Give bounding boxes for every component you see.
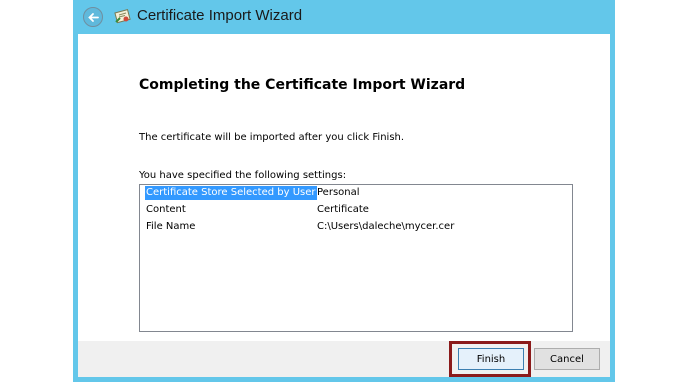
- info-text: The certificate will be imported after y…: [139, 132, 405, 143]
- setting-key: File Name: [146, 221, 196, 232]
- setting-value: Certificate: [317, 204, 369, 215]
- list-item[interactable]: Certificate Store Selected by User Perso…: [140, 185, 572, 202]
- page-heading: Completing the Certificate Import Wizard: [139, 77, 466, 93]
- back-button[interactable]: [83, 7, 103, 27]
- back-arrow-icon: [88, 13, 99, 22]
- cancel-button[interactable]: Cancel: [534, 348, 600, 370]
- list-item[interactable]: File Name C:\Users\daleche\mycer.cer: [140, 219, 572, 236]
- settings-list[interactable]: Certificate Store Selected by User Perso…: [139, 184, 573, 332]
- finish-highlight-box: [449, 341, 531, 377]
- setting-value: Personal: [317, 187, 360, 198]
- list-item[interactable]: Content Certificate: [140, 202, 572, 219]
- setting-key: Content: [146, 204, 186, 215]
- setting-value: C:\Users\daleche\mycer.cer: [317, 221, 455, 232]
- setting-key: Certificate Store Selected by User: [145, 186, 317, 200]
- certificate-icon: [114, 9, 131, 24]
- wizard-window: Certificate Import Wizard Completing the…: [73, 0, 615, 382]
- title-bar: Certificate Import Wizard: [73, 0, 615, 34]
- wizard-page: Completing the Certificate Import Wizard…: [78, 34, 610, 377]
- settings-label: You have specified the following setting…: [139, 170, 347, 181]
- window-title: Certificate Import Wizard: [137, 7, 303, 24]
